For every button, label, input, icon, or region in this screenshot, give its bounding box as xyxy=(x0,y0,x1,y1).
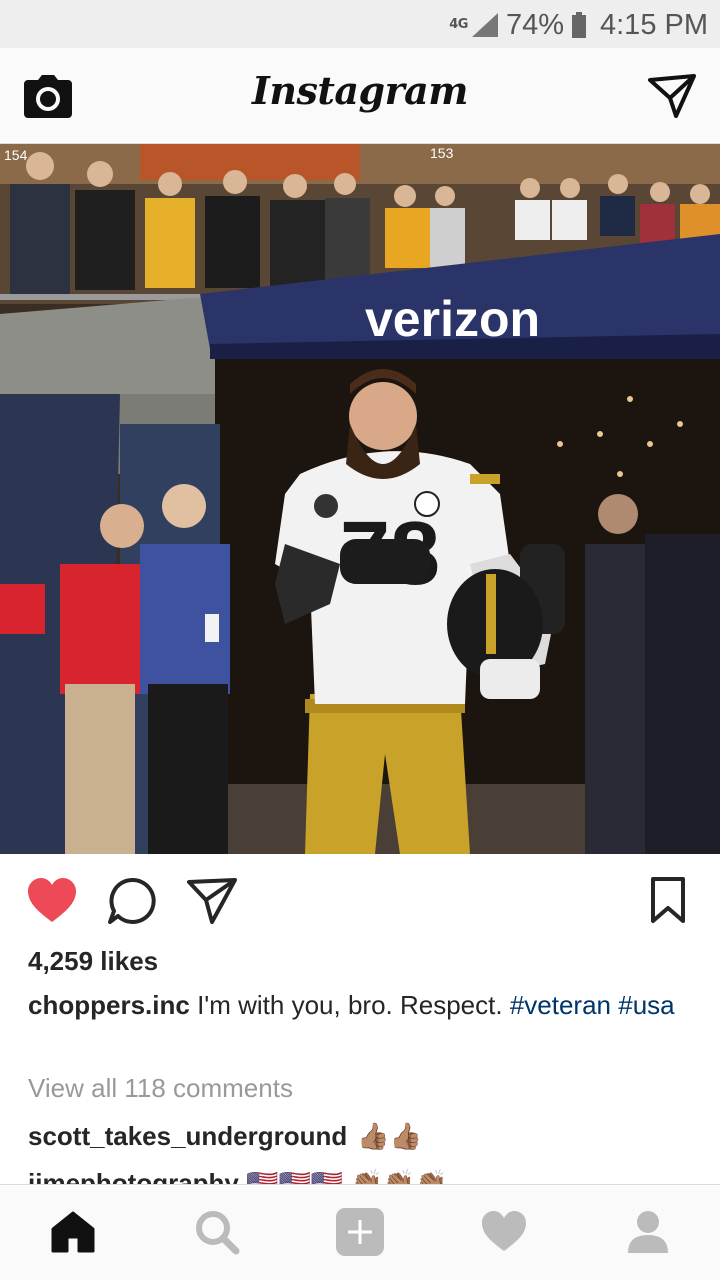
share-icon xyxy=(187,878,237,924)
status-time: 4:15 PM xyxy=(600,8,708,41)
bottom-navigation xyxy=(0,1184,720,1280)
svg-text:154: 154 xyxy=(4,147,28,163)
heart-filled-icon xyxy=(28,878,76,922)
nav-profile[interactable] xyxy=(623,1207,673,1257)
save-button[interactable] xyxy=(646,876,690,926)
signal-icon xyxy=(471,13,498,37)
comment-emoji: 👍🏽👍🏽 xyxy=(357,1121,423,1151)
likes-count[interactable]: 4,259 likes xyxy=(28,946,158,977)
comment-username[interactable]: scott_takes_underground xyxy=(28,1121,347,1152)
hashtag-usa[interactable]: #usa xyxy=(618,990,674,1020)
nav-home[interactable] xyxy=(48,1207,98,1257)
post-actions xyxy=(0,854,720,946)
bookmark-icon xyxy=(651,877,685,923)
caption-text: I'm with you, bro. Respect. xyxy=(197,990,503,1020)
comment-icon xyxy=(108,877,156,924)
direct-message-button[interactable] xyxy=(648,74,696,118)
instagram-logo: Instagram xyxy=(252,68,468,113)
comment-username[interactable]: jjmephotography xyxy=(28,1168,239,1184)
home-icon xyxy=(51,1211,95,1253)
comment-item-partial: jjmephotography 🇺🇸🇺🇸🇺🇸 👏🏽👏🏽👏🏽 xyxy=(28,1164,448,1184)
view-all-comments-link[interactable]: View all 118 comments xyxy=(28,1073,293,1104)
direct-message-icon xyxy=(648,74,696,118)
status-bar: 4G 74% 4:15 PM xyxy=(0,0,720,48)
activity-heart-icon xyxy=(482,1211,526,1251)
post-image: verizon 78 xyxy=(0,144,720,854)
comment-item: scott_takes_underground 👍🏽👍🏽 xyxy=(28,1121,422,1152)
post-caption: choppers.inc I'm with you, bro. Respect.… xyxy=(28,986,692,1024)
network-type: 4G xyxy=(449,17,468,32)
profile-icon xyxy=(628,1211,668,1253)
nav-search[interactable] xyxy=(192,1207,242,1257)
nav-activity[interactable] xyxy=(479,1207,529,1257)
battery-icon xyxy=(572,12,586,38)
caption-username[interactable]: choppers.inc xyxy=(28,990,190,1020)
hashtag-veteran[interactable]: #veteran xyxy=(510,990,611,1020)
post-photo[interactable]: verizon 78 xyxy=(0,144,720,854)
share-button[interactable] xyxy=(186,876,238,926)
comment-button[interactable] xyxy=(106,876,158,926)
like-button[interactable] xyxy=(26,876,78,926)
status-indicators: 4G 74% 4:15 PM xyxy=(449,8,708,42)
svg-text:153: 153 xyxy=(430,145,454,161)
nav-add-post[interactable] xyxy=(335,1207,385,1257)
add-post-icon xyxy=(336,1208,384,1256)
battery-percent: 74% xyxy=(505,8,564,41)
app-header: Instagram xyxy=(0,48,720,144)
search-icon xyxy=(196,1211,240,1255)
verizon-signage: verizon xyxy=(365,291,540,347)
comment-emoji: 🇺🇸🇺🇸🇺🇸 👏🏽👏🏽👏🏽 xyxy=(246,1168,448,1184)
